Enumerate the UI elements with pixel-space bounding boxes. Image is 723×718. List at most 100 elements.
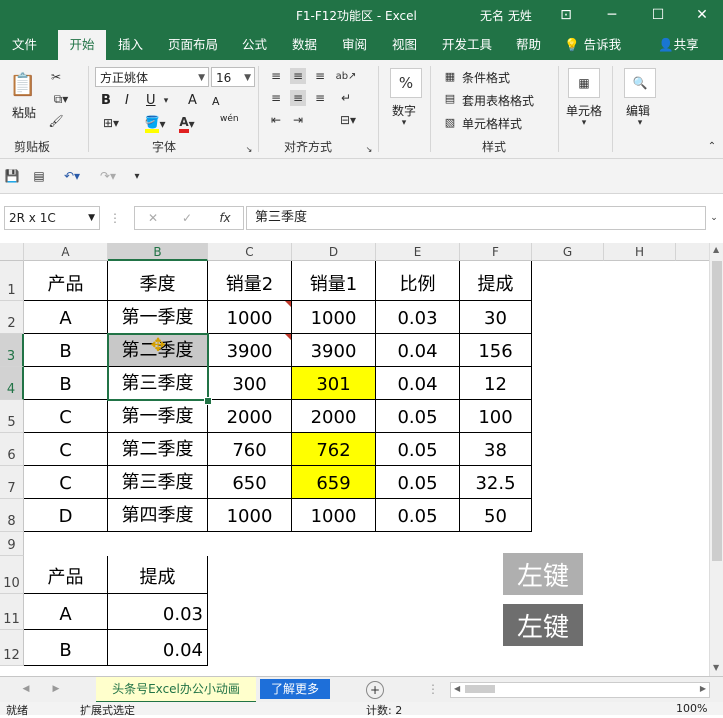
insert-function-icon[interactable]: fx (215, 210, 235, 226)
format-as-table-icon[interactable]: ▤ (442, 90, 458, 106)
table-header-cell[interactable]: 提成 (460, 261, 532, 301)
scrollbar-thumb[interactable] (712, 261, 722, 561)
table-header-cell[interactable]: 比例 (376, 261, 460, 301)
shrink-font-button[interactable]: A (212, 95, 220, 108)
table-cell[interactable]: A (24, 301, 108, 334)
table-header-cell[interactable]: 销量2 (208, 261, 292, 301)
row-header-7[interactable]: 7 (0, 466, 24, 499)
row-header-11[interactable]: 11 (0, 594, 24, 630)
align-top-icon[interactable]: ≡ (268, 68, 284, 84)
minimize-button[interactable]: ─ (589, 0, 635, 30)
align-middle-icon[interactable]: ≡ (290, 68, 306, 84)
enter-icon[interactable]: ✓ (179, 210, 195, 226)
table-cell[interactable]: 第三季度 (108, 466, 208, 499)
table-header-cell[interactable]: 销量1 (292, 261, 376, 301)
tell-me-search[interactable]: 💡 告诉我 (562, 30, 623, 60)
fill-color-icon[interactable]: 🪣 ▾ (140, 114, 170, 134)
expand-formula-bar-icon[interactable]: ⌄ (708, 210, 720, 226)
user-name[interactable]: 无名 无姓 (480, 7, 532, 24)
table-cell[interactable]: 0.04 (376, 367, 460, 400)
tab-home[interactable]: 开始 (58, 30, 106, 60)
restore-button[interactable]: ☐ (635, 0, 681, 30)
scroll-down-icon[interactable]: ▼ (713, 663, 719, 672)
underline-button[interactable]: U (146, 93, 156, 108)
font-color-icon[interactable]: A ▾ (172, 114, 202, 134)
add-sheet-icon[interactable]: + (366, 681, 384, 699)
row-header-8[interactable]: 8 (0, 499, 24, 532)
ribbon-display-options-icon[interactable]: ⊡ (543, 0, 589, 30)
align-right-icon[interactable]: ≡ (312, 90, 328, 106)
redo-icon[interactable]: ↷▾ (94, 167, 122, 185)
row-header-6[interactable]: 6 (0, 433, 24, 466)
table-cell[interactable]: 3900 (208, 334, 292, 367)
table-cell[interactable]: 0.03 (376, 301, 460, 334)
scroll-left-icon[interactable]: ◀ (451, 683, 463, 694)
table-cell[interactable]: 第一季度 (108, 400, 208, 433)
table-cell[interactable]: 2000 (208, 400, 292, 433)
chevron-down-icon[interactable]: ▾ (634, 118, 646, 128)
align-center-icon[interactable]: ≡ (290, 90, 306, 106)
row-header-4[interactable]: 4 (0, 367, 24, 400)
column-header-h[interactable]: H (604, 243, 676, 261)
table-cell[interactable]: 1000 (292, 301, 376, 334)
table-cell[interactable]: 3900 (292, 334, 376, 367)
vertical-scrollbar[interactable]: ▲ ▼ (709, 243, 723, 676)
table-cell[interactable]: B (24, 367, 108, 400)
table-header-cell[interactable]: 产品 (24, 556, 108, 594)
table-header-cell[interactable]: 产品 (24, 261, 108, 301)
phonetic-button[interactable]: wén (220, 114, 239, 124)
align-bottom-icon[interactable]: ≡ (312, 68, 328, 84)
merge-center-icon[interactable]: ⊟▾ (336, 112, 360, 128)
decrease-indent-icon[interactable]: ⇤ (268, 112, 284, 128)
table-cell[interactable]: 659 (292, 466, 376, 499)
tab-insert[interactable]: 插入 (116, 30, 145, 60)
cancel-icon[interactable]: ✕ (145, 210, 161, 226)
scrollbar-thumb[interactable] (465, 685, 495, 693)
row-header-12[interactable]: 12 (0, 630, 24, 666)
paste-label[interactable]: 粘贴 (12, 104, 36, 121)
wrap-text-icon[interactable]: ↵ (336, 90, 356, 106)
tab-help[interactable]: 帮助 (514, 30, 543, 60)
table-cell[interactable]: A (24, 594, 108, 630)
table-cell[interactable]: 100 (460, 400, 532, 433)
paste-icon[interactable]: 📋 (8, 68, 38, 102)
column-header-g[interactable]: G (532, 243, 604, 261)
tab-view[interactable]: 视图 (390, 30, 419, 60)
table-cell[interactable]: 0.05 (376, 433, 460, 466)
table-cell[interactable]: 12 (460, 367, 532, 400)
table-cell[interactable]: 0.04 (108, 630, 208, 666)
table-cell[interactable]: 0.05 (376, 466, 460, 499)
row-header-10[interactable]: 10 (0, 556, 24, 594)
table-cell[interactable]: 1000 (208, 301, 292, 334)
customize-qat-icon[interactable]: ▾ (130, 167, 144, 185)
row-header-3[interactable]: 3 (0, 334, 24, 367)
select-all-corner[interactable] (0, 243, 24, 261)
table-cell[interactable]: C (24, 433, 108, 466)
drag-handle-icon[interactable]: ⋮ (109, 210, 121, 226)
scroll-up-icon[interactable]: ▲ (713, 245, 719, 254)
table-cell[interactable]: 1000 (292, 499, 376, 532)
worksheet-grid[interactable]: A B C D E F G H 1 2 3 4 5 6 7 8 9 10 11 … (0, 243, 709, 667)
cells-button[interactable]: 单元格 (566, 102, 602, 119)
sheet-tab-active[interactable]: 头条号Excel办公小动画 (96, 677, 256, 703)
tab-review[interactable]: 审阅 (340, 30, 369, 60)
row-header-5[interactable]: 5 (0, 400, 24, 433)
grow-font-button[interactable]: A (188, 93, 197, 108)
row-header-2[interactable]: 2 (0, 301, 24, 334)
tab-page-layout[interactable]: 页面布局 (166, 30, 220, 60)
orientation-icon[interactable]: ab↗ (336, 68, 357, 84)
tab-developer[interactable]: 开发工具 (440, 30, 494, 60)
chevron-down-icon[interactable]: ▾ (160, 94, 172, 108)
close-button[interactable]: ✕ (679, 0, 723, 30)
table-header-cell[interactable]: 季度 (108, 261, 208, 301)
table-cell[interactable]: 301 (292, 367, 376, 400)
undo-icon[interactable]: ↶▾ (58, 167, 86, 185)
name-box[interactable]: 2R x 1C ▼ (4, 206, 100, 230)
formula-input[interactable]: 第三季度 (246, 206, 706, 230)
align-left-icon[interactable]: ≡ (268, 90, 284, 106)
bold-button[interactable]: B (101, 93, 111, 108)
fill-handle[interactable] (204, 397, 212, 405)
table-cell[interactable]: 第二季度 (108, 433, 208, 466)
cell-styles-icon[interactable]: ▧ (442, 114, 458, 130)
conditional-format-button[interactable]: 条件格式 (462, 69, 510, 86)
